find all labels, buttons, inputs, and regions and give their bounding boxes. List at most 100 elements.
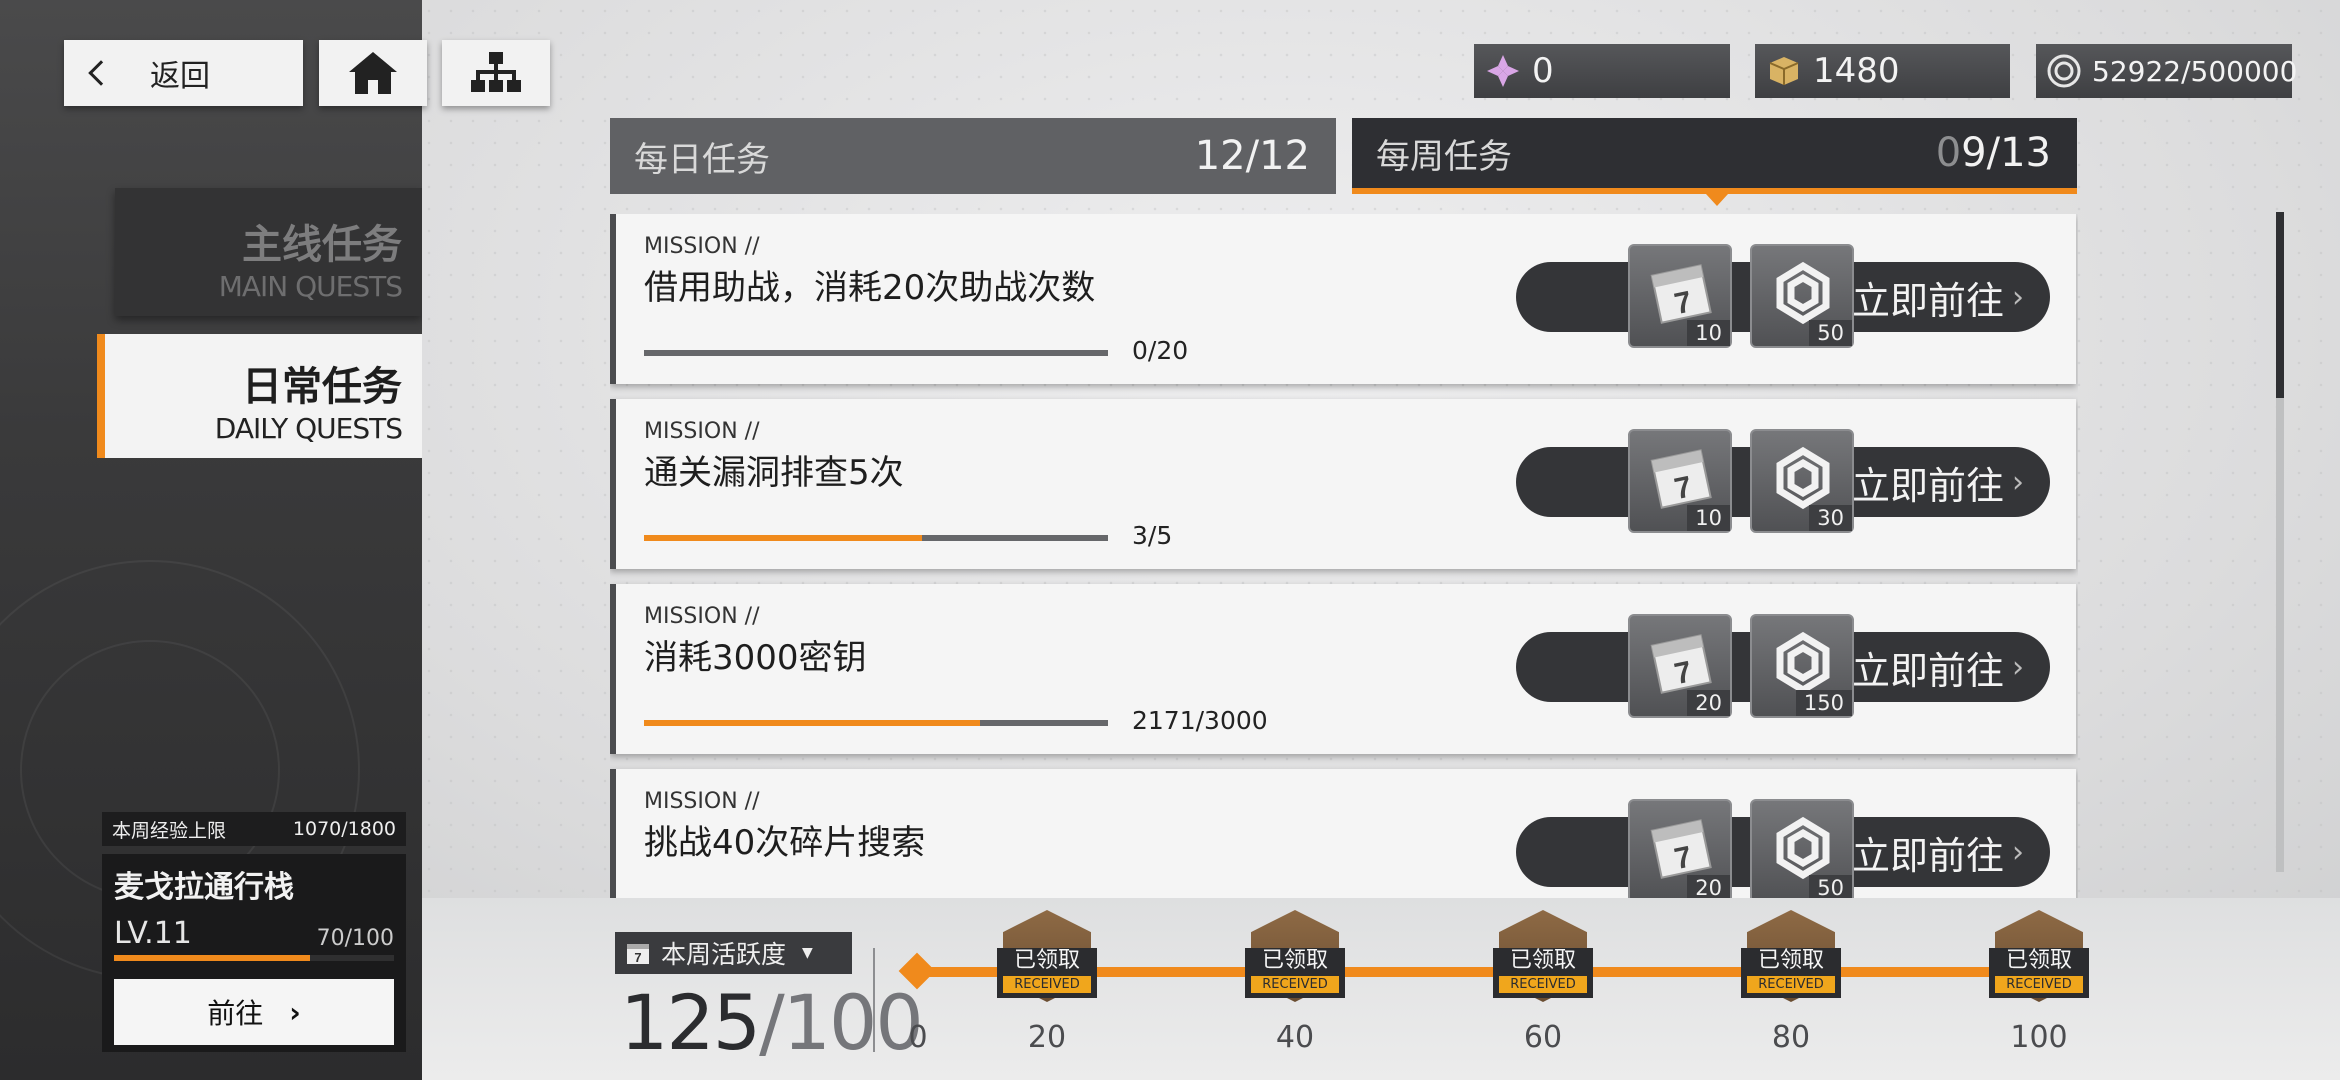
reward-amount: 20 — [1687, 875, 1730, 898]
tab-label-en: MAIN QUESTS — [218, 270, 403, 303]
mission-tag: MISSION // — [644, 234, 760, 259]
svg-text:7: 7 — [634, 950, 641, 965]
currency-value: 0 — [1532, 51, 1554, 91]
mission-name: 借用助战，消耗20次助战次数 — [644, 268, 1096, 308]
reward-activity[interactable]: 7 20 — [1628, 614, 1732, 718]
chevron-right-icon: › — [2012, 834, 2024, 870]
mission-progress-bar — [644, 535, 1108, 541]
mission-name: 挑战40次碎片搜索 — [644, 823, 926, 863]
status-text: 已领取 — [1261, 948, 1328, 973]
milestone-status: 已领取 RECEIVED — [1741, 948, 1841, 998]
reward-activity[interactable]: 7 20 — [1628, 799, 1732, 898]
activity-selector[interactable]: 7 本周活跃度 ▼ — [615, 932, 852, 974]
mission-list[interactable]: MISSION //借用助战，消耗20次助战次数 0/20 立即前往 › 7 10 50 MI… — [610, 214, 2078, 898]
chevron-left-icon — [88, 60, 114, 86]
activity-tick: 40 — [1275, 1020, 1315, 1055]
tab-count: 09/13 — [1936, 130, 2051, 176]
tab-label-cn: 主线任务 — [242, 222, 402, 268]
mission-name: 消耗3000密钥 — [644, 638, 867, 678]
milestone-reward[interactable]: 已领取 RECEIVED — [997, 902, 1097, 1012]
mission-tag: MISSION // — [644, 789, 760, 814]
milestone-reward[interactable]: 已领取 RECEIVED — [1245, 902, 1345, 1012]
go-label: 立即前往 — [1851, 278, 2004, 323]
status-sub: RECEIVED — [1747, 976, 1835, 993]
status-sub: RECEIVED — [1251, 976, 1339, 993]
tab-daily-missions[interactable]: 每日任务 12/12 — [610, 118, 1336, 194]
reward-amount: 30 — [1809, 505, 1852, 531]
mission-progress-text: 3/5 — [1132, 521, 1173, 550]
reward-credit[interactable]: 150 — [1750, 614, 1854, 718]
chevron-right-icon: › — [2012, 279, 2024, 315]
reward-credit[interactable]: 30 — [1750, 429, 1854, 533]
activity-label: 本周活跃度 — [661, 940, 787, 969]
reward-activity[interactable]: 7 10 — [1628, 244, 1732, 348]
chevron-right-icon: › — [2012, 464, 2024, 500]
tab-count-dim: 0 — [1935, 130, 1962, 176]
tab-weekly-missions[interactable]: 每周任务 09/13 — [1352, 118, 2077, 194]
status-text: 已领取 — [1757, 948, 1824, 973]
reward-credit[interactable]: 50 — [1750, 244, 1854, 348]
currency-credit: 52922/500000 — [2036, 44, 2297, 98]
mission-tag: MISSION // — [644, 419, 760, 444]
activity-tick: 100 — [2010, 1020, 2068, 1055]
milestone-reward[interactable]: 已领取 RECEIVED — [1989, 902, 2089, 1012]
tab-label-en: DAILY QUESTS — [214, 412, 403, 445]
go-label: 立即前往 — [1851, 833, 2004, 878]
reward-amount: 10 — [1687, 320, 1730, 346]
activity-current: 125 — [620, 978, 761, 1067]
home-button[interactable] — [319, 40, 427, 106]
reward-activity[interactable]: 7 10 — [1628, 429, 1732, 533]
milestone-status: 已领取 RECEIVED — [1245, 948, 1345, 998]
activity-value: 125/100 — [620, 978, 924, 1067]
tab-label: 每日任务 — [634, 139, 770, 180]
pass-level: LV.11 — [114, 916, 192, 951]
tab-count: 12/12 — [1194, 133, 1310, 179]
milestone-status: 已领取 RECEIVED — [1989, 948, 2089, 998]
go-label: 前往 — [207, 997, 264, 1030]
status-sub: RECEIVED — [1995, 976, 2083, 993]
sidebar-tab-main-quests[interactable]: 主线任务 MAIN QUESTS — [115, 188, 422, 316]
active-tab-pointer — [1706, 194, 1728, 206]
back-label: 返回 — [150, 59, 210, 94]
pass-xp-bar — [114, 955, 394, 961]
quests-screen: { "nav": {"back_label": "返回"}, "currency… — [0, 0, 2340, 1080]
weekly-xp-cap: 本周经验上限 1070/1800 — [102, 812, 406, 846]
sidebar-tab-daily-quests[interactable]: 日常任务 DAILY QUESTS — [97, 334, 422, 458]
coin-icon — [2046, 52, 2082, 90]
activity-tick: 60 — [1523, 1020, 1563, 1055]
pass-go-button[interactable]: 前往 › — [114, 979, 394, 1045]
reward-credit[interactable]: 50 — [1750, 799, 1854, 898]
mission-progress-text: 0/20 — [1132, 336, 1189, 365]
milestone-reward[interactable]: 已领取 RECEIVED — [1741, 902, 1841, 1012]
status-text: 已领取 — [1509, 948, 1576, 973]
hierarchy-icon — [471, 52, 521, 92]
list-scrollbar[interactable] — [2276, 212, 2284, 872]
pass-title: 麦戈拉通行栈 — [114, 870, 294, 905]
home-icon — [349, 52, 397, 94]
mission-card: MISSION // 通关漏洞排查5次 3/5 立即前往 › 7 10 30 — [610, 399, 2076, 569]
mission-progress-bar — [644, 350, 1108, 356]
box-icon — [1765, 52, 1803, 90]
status-text: 已领取 — [2005, 948, 2072, 973]
reward-amount: 50 — [1809, 320, 1852, 346]
hierarchy-button[interactable] — [442, 40, 550, 106]
mission-card: MISSION // 借用助战，消耗20次助战次数 0/20 立即前往 › 7 10 50 — [610, 214, 2076, 384]
mission-tag: MISSION // — [644, 604, 760, 629]
milestone-reward[interactable]: 已领取 RECEIVED — [1493, 902, 1593, 1012]
mission-progress-text: 2171/3000 — [1132, 706, 1268, 735]
status-sub: RECEIVED — [1003, 976, 1091, 993]
scrollbar-thumb[interactable] — [2276, 212, 2284, 398]
reward-amount: 20 — [1687, 690, 1730, 716]
crystal-icon — [1484, 52, 1522, 90]
mission-card: MISSION // 挑战40次碎片搜索 立即前往 › 7 20 50 — [610, 769, 2076, 898]
mission-name: 通关漏洞排查5次 — [644, 453, 904, 493]
activity-tick: 20 — [1027, 1020, 1067, 1055]
calendar-icon: 7 — [627, 944, 649, 965]
milestone-status: 已领取 RECEIVED — [1493, 948, 1593, 998]
chevron-right-icon: › — [289, 995, 301, 1029]
pass-xp-fill — [114, 955, 310, 961]
left-panel: 主线任务 MAIN QUESTS 日常任务 DAILY QUESTS 本周经验上… — [0, 0, 422, 1080]
cap-label: 本周经验上限 — [112, 819, 227, 842]
cap-value: 1070/1800 — [292, 818, 396, 840]
back-button[interactable]: 返回 — [64, 40, 303, 106]
